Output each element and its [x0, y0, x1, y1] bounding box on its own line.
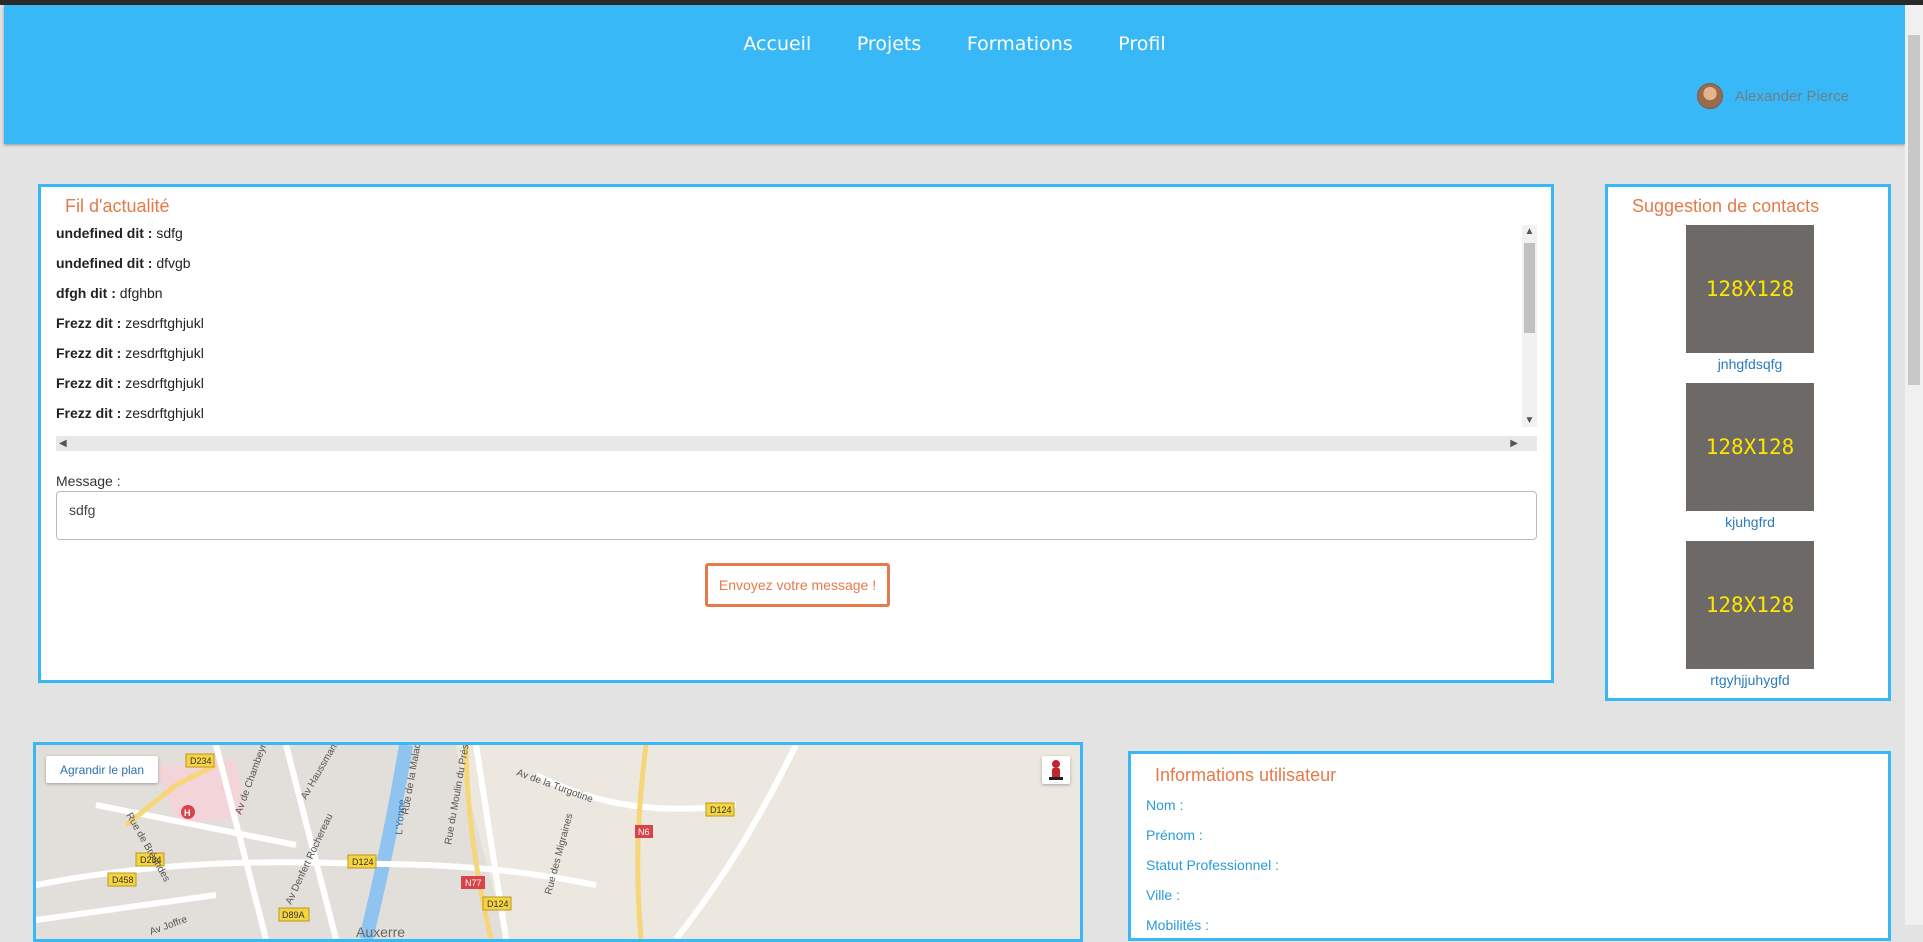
svg-text:N6: N6 — [638, 827, 650, 837]
svg-text:D124: D124 — [487, 899, 509, 909]
feed-author: Frezz dit : — [56, 315, 122, 331]
contact-name-link[interactable]: rtgyhjjuhygfd — [1686, 672, 1814, 688]
list-item: dfgh dit : dfghbn — [56, 285, 1537, 315]
contact-name-link[interactable]: jnhgfdsqfg — [1686, 356, 1814, 372]
nav-projets[interactable]: Projets — [857, 33, 921, 55]
contact-name-link[interactable]: kjuhgfrd — [1686, 514, 1814, 530]
send-message-button[interactable]: Envoyez votre message ! — [705, 563, 890, 607]
feed-horizontal-scrollbar[interactable]: ◀ ▶ — [56, 436, 1537, 451]
message-input[interactable]: sdfg — [56, 491, 1537, 540]
user-name: Alexander Pierce — [1734, 87, 1849, 105]
list-item: Frezz dit : zesdrftghjukl — [56, 345, 1537, 375]
svg-text:H: H — [184, 808, 191, 818]
feed-text: zesdrftghjukl — [125, 405, 204, 421]
list-item: undefined dit : dfvgb — [56, 255, 1537, 285]
feed-author: Frezz dit : — [56, 375, 122, 391]
list-item: Frezz dit : zesdrftghjukl — [56, 375, 1537, 405]
avatar — [1696, 83, 1723, 109]
map-tiles[interactable]: D234 D234 D458 D124 D124 D124 D89A N77 N… — [36, 745, 1080, 939]
feed-text: dfghbn — [119, 285, 163, 301]
page-scroll-thumb[interactable] — [1908, 35, 1920, 385]
list-item: Frezz dit : zesdrftghjukl — [56, 405, 1537, 427]
user-info-title: Informations utilisateur — [1155, 765, 1337, 785]
scroll-left-icon[interactable]: ◀ — [59, 436, 67, 451]
contact-photo-placeholder: 128X128 — [1686, 383, 1814, 511]
contact-card[interactable]: 128X128 kjuhgfrd — [1686, 383, 1814, 530]
nav-formations[interactable]: Formations — [967, 33, 1073, 55]
field-prenom: Prénom : — [1146, 827, 1203, 843]
page-scrollbar[interactable] — [1905, 5, 1923, 925]
field-statut: Statut Professionnel : — [1146, 857, 1280, 873]
main-nav: Accueil Projets Formations Profil — [4, 33, 1905, 56]
message-label: Message : — [56, 473, 121, 489]
field-nom: Nom : — [1146, 797, 1184, 813]
scroll-down-icon[interactable]: ▼ — [1522, 415, 1537, 426]
svg-text:D234: D234 — [190, 756, 212, 766]
news-feed-panel: Fil d'actualité undefined dit : sdfg und… — [38, 184, 1554, 683]
contact-suggestions-panel: Suggestion de contacts 128X128 jnhgfdsqf… — [1605, 184, 1891, 701]
news-feed-title: Fil d'actualité — [65, 196, 170, 216]
nav-profil[interactable]: Profil — [1118, 33, 1165, 55]
contact-card[interactable]: 128X128 rtgyhjjuhygfd — [1686, 541, 1814, 688]
feed-list[interactable]: undefined dit : sdfg undefined dit : dfv… — [56, 225, 1537, 427]
svg-text:N77: N77 — [465, 878, 482, 888]
top-navbar: Accueil Projets Formations Profil Alexan… — [4, 5, 1905, 144]
scroll-up-icon[interactable]: ▲ — [1522, 226, 1537, 237]
feed-text: zesdrftghjukl — [125, 345, 204, 361]
feed-text: sdfg — [156, 225, 183, 241]
field-mobilites: Mobilités : — [1146, 917, 1210, 933]
contact-photo-placeholder: 128X128 — [1686, 541, 1814, 669]
feed-text: zesdrftghjukl — [125, 315, 204, 331]
map-panel[interactable]: D234 D234 D458 D124 D124 D124 D89A N77 N… — [33, 742, 1083, 942]
list-item: Frezz dit : zesdrftghjukl — [56, 315, 1537, 345]
enlarge-map-button[interactable]: Agrandir le plan — [46, 756, 158, 783]
feed-scroll-thumb[interactable] — [1524, 243, 1535, 333]
user-menu[interactable]: Alexander Pierce — [1696, 83, 1849, 109]
svg-text:D124: D124 — [352, 857, 374, 867]
user-info-panel: Informations utilisateur Nom : Prénom : … — [1128, 751, 1891, 941]
feed-text: dfvgb — [156, 255, 191, 271]
feed-author: undefined dit : — [56, 225, 153, 241]
svg-text:Auxerre: Auxerre — [356, 924, 405, 939]
field-ville: Ville : — [1146, 887, 1180, 903]
nav-accueil[interactable]: Accueil — [743, 33, 811, 55]
list-item: undefined dit : sdfg — [56, 225, 1537, 255]
svg-text:D124: D124 — [710, 805, 732, 815]
feed-author: Frezz dit : — [56, 405, 122, 421]
contact-suggestions-title: Suggestion de contacts — [1632, 196, 1820, 216]
feed-vertical-scrollbar[interactable]: ▲ ▼ — [1522, 225, 1537, 427]
contact-card[interactable]: 128X128 jnhgfdsqfg — [1686, 225, 1814, 372]
svg-text:D89A: D89A — [282, 910, 305, 920]
feed-author: dfgh dit : — [56, 285, 116, 301]
svg-text:D458: D458 — [112, 875, 134, 885]
contact-photo-placeholder: 128X128 — [1686, 225, 1814, 353]
scroll-right-icon[interactable]: ▶ — [1510, 436, 1518, 451]
feed-author: undefined dit : — [56, 255, 153, 271]
feed-author: Frezz dit : — [56, 345, 122, 361]
feed-text: zesdrftghjukl — [125, 375, 204, 391]
street-view-pegman-icon[interactable] — [1042, 756, 1070, 784]
